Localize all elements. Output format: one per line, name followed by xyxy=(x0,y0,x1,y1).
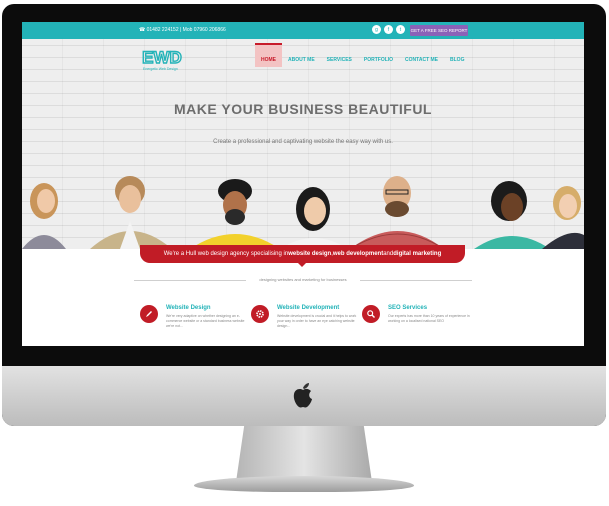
website-screen: ☎ 01482 224152 | Mob 07960 206866 g f t … xyxy=(22,22,584,346)
hero-section: EWD Energetic Web Design HOME ABOUT ME S… xyxy=(22,39,584,249)
ewd-logo[interactable]: EWD xyxy=(142,45,182,67)
service-title: Website Development xyxy=(277,305,340,311)
apple-logo-icon xyxy=(293,383,312,408)
nav-services[interactable]: SERVICES xyxy=(321,53,358,67)
nav-home[interactable]: HOME xyxy=(255,43,282,67)
agency-banner: We're a Hull web design agency specialis… xyxy=(140,245,465,263)
logo-subtext: Energetic Web Design xyxy=(143,67,178,71)
banner-strong-1: website design xyxy=(288,251,332,257)
nav-blog[interactable]: BLOG xyxy=(444,53,470,67)
nav-contact-me[interactable]: CONTACT ME xyxy=(399,53,444,67)
logo-wordmark: EWD xyxy=(142,48,182,67)
service-title: Website Design xyxy=(166,305,211,311)
imac-stand-base xyxy=(194,476,414,492)
pencil-icon xyxy=(140,305,158,323)
imac-stand-neck xyxy=(236,426,372,482)
banner-strong-2: web development xyxy=(332,251,384,257)
facebook-icon[interactable]: f xyxy=(384,25,393,34)
gear-icon xyxy=(251,305,269,323)
free-seo-report-button[interactable]: GET A FREE SEO REPORT xyxy=(410,25,468,36)
hero-people-photo xyxy=(22,176,584,249)
banner-pointer xyxy=(297,262,307,267)
hero-headline: MAKE YOUR BUSINESS BEAUTIFUL xyxy=(174,101,432,117)
banner-strong-3: digital marketing xyxy=(393,251,442,257)
main-nav: HOME ABOUT ME SERVICES PORTFOLIO CONTACT… xyxy=(255,43,470,67)
social-links: g f t xyxy=(372,25,405,34)
google-plus-icon[interactable]: g xyxy=(372,25,381,34)
banner-text-1: We're a Hull web design agency specialis… xyxy=(163,251,289,257)
divider-text: designing websites and marketing for bus… xyxy=(259,277,347,282)
banner-sep-2: and xyxy=(383,251,394,257)
top-contact-bar: ☎ 01482 224152 | Mob 07960 206866 g f t … xyxy=(22,22,584,39)
search-icon xyxy=(362,305,380,323)
service-text: Our experts has more than 10 years of ex… xyxy=(388,314,470,323)
service-text: Website development is crucial and it he… xyxy=(277,314,357,328)
service-text: We're very adaptive on whether designing… xyxy=(166,314,245,328)
divider-line-right xyxy=(360,280,472,281)
service-title: SEO Services xyxy=(388,305,428,311)
contact-phone: ☎ 01482 224152 | Mob 07960 206866 xyxy=(139,27,226,33)
hero-tagline: Create a professional and captivating we… xyxy=(213,139,393,145)
nav-about-me[interactable]: ABOUT ME xyxy=(282,53,321,67)
nav-portfolio[interactable]: PORTFOLIO xyxy=(358,53,399,67)
twitter-icon[interactable]: t xyxy=(396,25,405,34)
